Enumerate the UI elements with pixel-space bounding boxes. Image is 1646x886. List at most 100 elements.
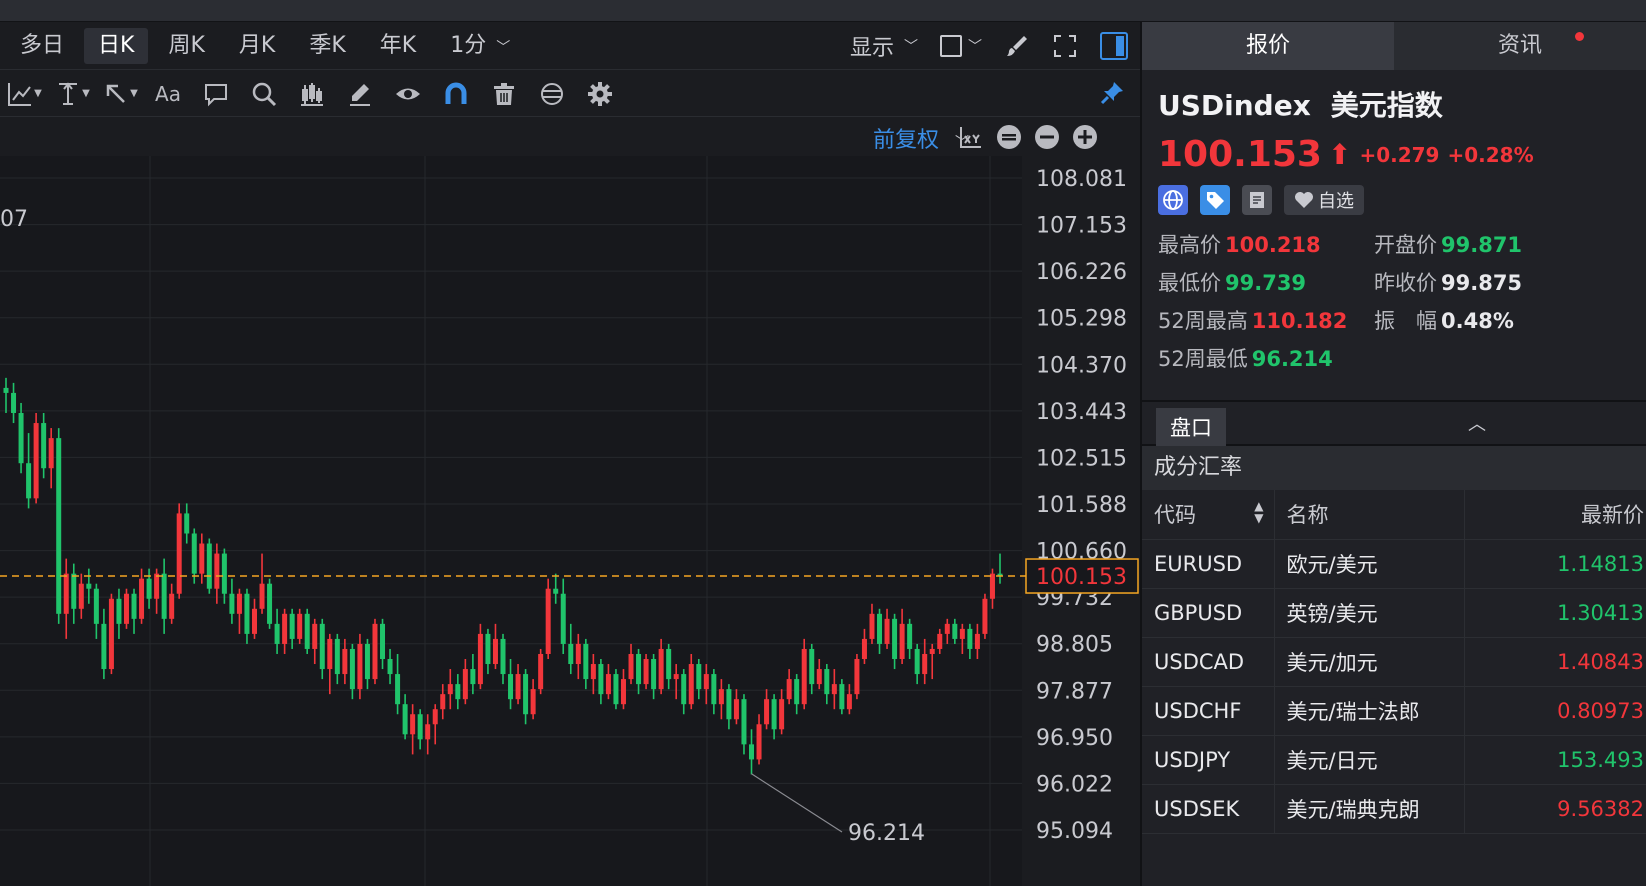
y-tick-label: 96.022	[1036, 772, 1113, 797]
candle-body	[598, 664, 604, 695]
candle-body	[500, 638, 506, 675]
candle-body	[176, 513, 182, 594]
row-name: 欧元/美元	[1274, 539, 1465, 589]
period-monthly[interactable]: 月K	[225, 28, 289, 64]
globe-icon	[1163, 190, 1183, 210]
sidebar-toggle-button[interactable]	[1100, 32, 1128, 60]
cursor-tool[interactable]: ▼	[96, 71, 144, 117]
pen-tool[interactable]	[336, 71, 384, 117]
candle-body	[824, 669, 830, 695]
candle-body	[899, 623, 905, 660]
table-row[interactable]: GBPUSD 英镑/美元 1.30413	[1142, 588, 1646, 638]
pen-icon	[350, 83, 370, 106]
period-quarterly[interactable]: 季K	[295, 28, 359, 64]
period-yearly[interactable]: 年K	[366, 28, 430, 64]
candle-body	[922, 653, 928, 675]
magnet-tool[interactable]	[432, 71, 480, 117]
candle-body	[982, 598, 988, 634]
period-multiday[interactable]: 多日	[6, 28, 78, 64]
text-tool[interactable]: Aa	[144, 71, 192, 117]
tab-news[interactable]: 资讯	[1394, 22, 1646, 70]
stat-value: 96.214	[1251, 347, 1333, 371]
table-row[interactable]: USDJPY 美元/日元 153.493	[1142, 735, 1646, 785]
display-dropdown[interactable]: 显示 ﹀	[850, 30, 918, 62]
stat-item: 最低价 99.739	[1158, 267, 1374, 297]
add-watchlist-button[interactable]: 自选	[1284, 185, 1364, 215]
candle-body	[432, 709, 438, 725]
period-weekly[interactable]: 周K	[154, 28, 218, 64]
cursor-icon	[106, 84, 126, 103]
brush-button[interactable]	[1004, 33, 1030, 59]
y-tick-label: 105.298	[1036, 307, 1127, 332]
pin-button[interactable]	[1098, 79, 1126, 111]
visibility-tool[interactable]	[384, 71, 432, 117]
row-name: 美元/日元	[1274, 735, 1465, 785]
comment-tool[interactable]	[192, 71, 240, 117]
y-tick-label: 107.153	[1036, 214, 1127, 239]
axis-scale-icon[interactable]	[958, 124, 984, 150]
candle-body	[974, 633, 980, 649]
candle-body	[854, 659, 860, 695]
candlestick-chart[interactable]: 108.081 107.153 106.226 105.298 104.370 103.4…	[0, 156, 1140, 886]
period-daily[interactable]: 日K	[84, 27, 149, 64]
delete-tool[interactable]	[480, 71, 528, 117]
candle-body	[771, 699, 777, 730]
pankou-tab[interactable]: 盘口	[1156, 408, 1226, 446]
indicator-tool[interactable]: ▼	[0, 71, 48, 117]
table-row[interactable]: USDCAD 美元/加元 1.40843	[1142, 637, 1646, 687]
y-tick-label: 96.950	[1036, 726, 1113, 751]
candle-body	[816, 669, 822, 685]
table-row[interactable]: USDSEK 美元/瑞典克朗 9.56382	[1142, 784, 1646, 834]
candle-tool[interactable]	[288, 71, 336, 117]
candle-body	[327, 638, 333, 670]
checkbox-dropdown[interactable]: ﹀	[940, 35, 982, 57]
min-price-label: 96.214	[848, 821, 925, 846]
collapse-caret-icon[interactable]: ︿	[1468, 410, 1486, 436]
candle-body	[349, 648, 355, 690]
candle-body	[733, 699, 739, 720]
watch-label: 自选	[1318, 191, 1354, 212]
candle-body	[252, 608, 257, 634]
candle-body	[914, 648, 920, 675]
plot-background	[0, 156, 1022, 886]
collapse-icon[interactable]	[996, 124, 1022, 150]
candle-body	[244, 593, 250, 634]
sync-tool[interactable]	[528, 71, 576, 117]
candle-body	[357, 643, 363, 690]
measure-tool[interactable]: ▼	[48, 71, 96, 117]
candle-body	[884, 618, 890, 644]
notes-button[interactable]	[1242, 185, 1272, 215]
gear-icon	[588, 81, 612, 106]
symbol-title: USDindex 美元指数	[1158, 84, 1630, 124]
candle-body	[703, 674, 709, 690]
settings-tool[interactable]	[576, 71, 624, 117]
tag-button[interactable]	[1200, 185, 1230, 215]
zoom-out-icon[interactable]	[1034, 124, 1060, 150]
chart-canvas[interactable]: 108.081 107.153 106.226 105.298 104.370 103.4…	[0, 156, 1140, 886]
fullscreen-button[interactable]	[1052, 33, 1078, 59]
header-code[interactable]: 代码 ▲ ▼	[1142, 490, 1275, 540]
row-code: GBPUSD	[1142, 588, 1275, 638]
search-tool[interactable]	[240, 71, 288, 117]
table-row[interactable]: USDCHF 美元/瑞士法郎 0.80973	[1142, 686, 1646, 736]
candle-body	[877, 613, 883, 644]
stat-label: 52周最低	[1158, 347, 1248, 371]
stat-item: 昨收价 99.875	[1374, 267, 1604, 297]
candle-body	[48, 438, 54, 469]
y-tick-label: 106.226	[1036, 260, 1127, 285]
stat-item: 最高价 100.218	[1158, 229, 1374, 259]
candle-body	[937, 633, 943, 649]
tab-quote[interactable]: 报价	[1142, 22, 1394, 70]
stat-value: 99.871	[1441, 233, 1523, 257]
stat-value: 100.218	[1225, 233, 1321, 257]
period-1min[interactable]: 1分 ﹀	[436, 28, 524, 64]
candle-body	[989, 573, 995, 599]
globe-button[interactable]	[1158, 185, 1188, 215]
candle-body	[636, 653, 642, 685]
up-arrow-icon: ⬆	[1327, 138, 1352, 171]
table-row[interactable]: EURUSD 欧元/美元 1.14813	[1142, 539, 1646, 589]
zoom-in-icon[interactable]	[1072, 124, 1098, 150]
candle-body	[711, 674, 717, 705]
adjust-dropdown[interactable]: 前复权 ﹀	[873, 122, 969, 154]
candle-body	[131, 593, 137, 619]
